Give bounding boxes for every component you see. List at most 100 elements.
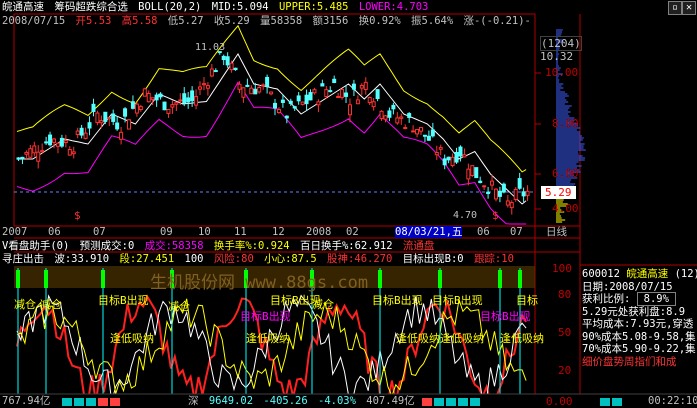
side-profit-label: 获利比例: [582, 293, 631, 305]
candle-body [454, 151, 459, 163]
side-profit-value: 8.9% [636, 292, 676, 306]
candle-body [383, 115, 388, 120]
candle-body [48, 134, 53, 146]
status-time: 00:22:10 [648, 395, 697, 407]
header-row: 皖通高速 筹码超跌综合选 BOLL(20,2) MID:5.094 UPPER:… [2, 1, 432, 13]
candle-body [497, 190, 502, 197]
candle-body [249, 87, 254, 95]
candle-body [513, 188, 518, 200]
date-label: 06 [48, 226, 61, 238]
candle-body [194, 96, 199, 106]
candle-body [320, 83, 325, 87]
signal-block [16, 270, 20, 288]
candle-body [371, 101, 376, 108]
candle-body [347, 104, 352, 116]
cursor-date-label: 08/03/21,五 [395, 226, 463, 238]
candle-body [162, 101, 167, 111]
assist-float: 流通盘 [402, 240, 435, 252]
index-name[interactable]: 深 [188, 395, 199, 407]
stock-name[interactable]: 皖通高速 [2, 1, 44, 13]
candle-body [36, 151, 41, 162]
tick-8: 8.00 [552, 117, 579, 130]
signal-label: 减仓 [40, 298, 62, 311]
candle-body [75, 130, 80, 136]
minimize-icon[interactable]: ▫ [668, 1, 682, 15]
candle-body [205, 85, 210, 89]
candle-body [411, 130, 416, 133]
quote-date: 2008/07/15 [2, 15, 66, 27]
candle-body [407, 113, 412, 118]
quote-amount: 额3156 [312, 15, 349, 27]
candle-body [509, 202, 514, 209]
candle-body [458, 146, 463, 157]
candle-body [304, 94, 309, 105]
code-box: (1204) [540, 36, 582, 51]
xz-duan: 段:27.451 [119, 253, 175, 265]
xz-track: 跟踪:10 [473, 253, 514, 265]
signal-block [438, 270, 442, 288]
assist-name[interactable]: V看盘助手(0) [2, 240, 69, 252]
candle-body [525, 190, 530, 196]
xunzhuang-row: 寻庄出击 波:33.910 段:27.451 100 风险:80 小心:87.5… [2, 253, 518, 265]
lower-tick: 0.00 [546, 395, 573, 408]
candle-body [83, 132, 88, 139]
signal-block [101, 270, 105, 288]
assist-predict: 预测成交:0 [79, 240, 135, 252]
signal-label: 逢低吸纳 [246, 332, 290, 345]
candle-body [154, 94, 159, 101]
signal-label: 逢低吸纳 [396, 332, 440, 345]
candle-body [355, 99, 360, 105]
candle-body [292, 106, 297, 109]
candle-body [213, 70, 218, 73]
candle-body [478, 180, 483, 184]
candle-body [107, 116, 112, 120]
quote-change: 涨-(-0.21)- [463, 15, 531, 27]
xz-name[interactable]: 寻庄出击 [2, 253, 44, 265]
tab-daily[interactable]: 日线 [546, 226, 567, 238]
candle-body [261, 84, 266, 87]
boll-mid-line [17, 53, 527, 205]
boll-lower: LOWER:4.703 [358, 1, 429, 13]
candle-body [340, 88, 345, 98]
candle-body [170, 104, 175, 108]
quote-volume: 量58358 [260, 15, 303, 27]
indicator-name[interactable]: 筹码超跌综合选 [54, 1, 128, 13]
signal-label: 目标B出现 [480, 310, 531, 323]
candle-body [359, 84, 364, 89]
candle-body [517, 178, 522, 189]
candle-body [367, 97, 372, 104]
close-icon[interactable]: ✕ [682, 1, 696, 15]
candle-body [138, 106, 143, 111]
lower-tick: 50 [558, 326, 572, 339]
date-label: 12 [272, 226, 285, 238]
date-label: 02 [346, 226, 359, 238]
date-label: 07 [510, 226, 523, 238]
candle-body [387, 110, 392, 118]
candle-body [399, 116, 404, 119]
candle-body [99, 120, 104, 124]
xz-careful: 小心:87.5 [264, 253, 317, 265]
index-amount: 407.49亿 [366, 395, 415, 407]
price-tag: 5.29 [541, 186, 576, 199]
candle-body [296, 95, 301, 102]
quote-close: 收5.29 [213, 15, 250, 27]
lower-tick: 80 [558, 288, 572, 301]
side-count: (12) [674, 268, 697, 280]
candle-body [505, 200, 510, 206]
signal-block [518, 270, 522, 288]
candle-body [245, 84, 250, 87]
candle-body [403, 127, 408, 130]
candle-body [379, 110, 384, 119]
candle-body [265, 76, 270, 87]
candle-body [119, 131, 124, 140]
quote-row: 2008/07/15 开5.53 高5.58 低5.27 收5.29 量5835… [2, 15, 535, 27]
candle-body [182, 93, 187, 104]
candle-body [166, 108, 171, 114]
candle-body [146, 92, 151, 103]
signal-label: 减仓 [14, 298, 36, 311]
xz-100: 100 [184, 253, 204, 265]
candle-body [308, 92, 313, 101]
candle-body [430, 129, 435, 137]
candle-body [87, 122, 92, 129]
side-panel: 600012 皖通高速 (12) 日期:2008/07/15 获利比例: 8.9… [582, 268, 697, 368]
